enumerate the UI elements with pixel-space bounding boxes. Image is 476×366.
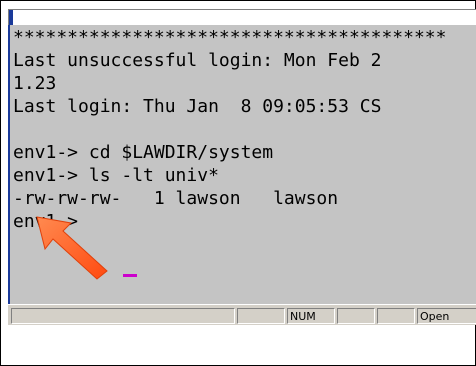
terminal-line-file-listing: -rw-rw-rw- 1 lawson lawson xyxy=(13,188,339,209)
terminal-window: ****************************************… xyxy=(8,9,476,325)
terminal-cursor xyxy=(123,274,137,277)
status-panel-4 xyxy=(337,308,375,324)
screenshot-frame: ****************************************… xyxy=(0,0,476,366)
status-panel-num: NUM xyxy=(287,308,335,324)
terminal-line-wrap: 1.23 xyxy=(13,73,57,94)
status-bar: NUM Open xyxy=(8,304,476,325)
terminal-line-last-unsuccessful-login: Last unsuccessful login: Mon Feb 2 xyxy=(13,50,382,71)
status-panel-2 xyxy=(237,308,285,324)
status-panel-open: Open xyxy=(417,308,476,324)
terminal-line-prompt: env1-> xyxy=(13,211,79,232)
terminal-line-last-login: Last login: Thu Jan 8 09:05:53 CS xyxy=(13,96,382,117)
status-panel-5 xyxy=(377,308,415,324)
status-panel-message xyxy=(11,308,235,324)
terminal-output[interactable]: ****************************************… xyxy=(8,25,476,304)
terminal-line-ls-command: env1-> ls -lt univ* xyxy=(13,165,219,186)
window-accent xyxy=(9,10,13,26)
terminal-line-asterisks: **************************************** xyxy=(13,27,447,48)
window-top-edge xyxy=(8,9,476,26)
terminal-line-cd-command: env1-> cd $LAWDIR/system xyxy=(13,142,274,163)
